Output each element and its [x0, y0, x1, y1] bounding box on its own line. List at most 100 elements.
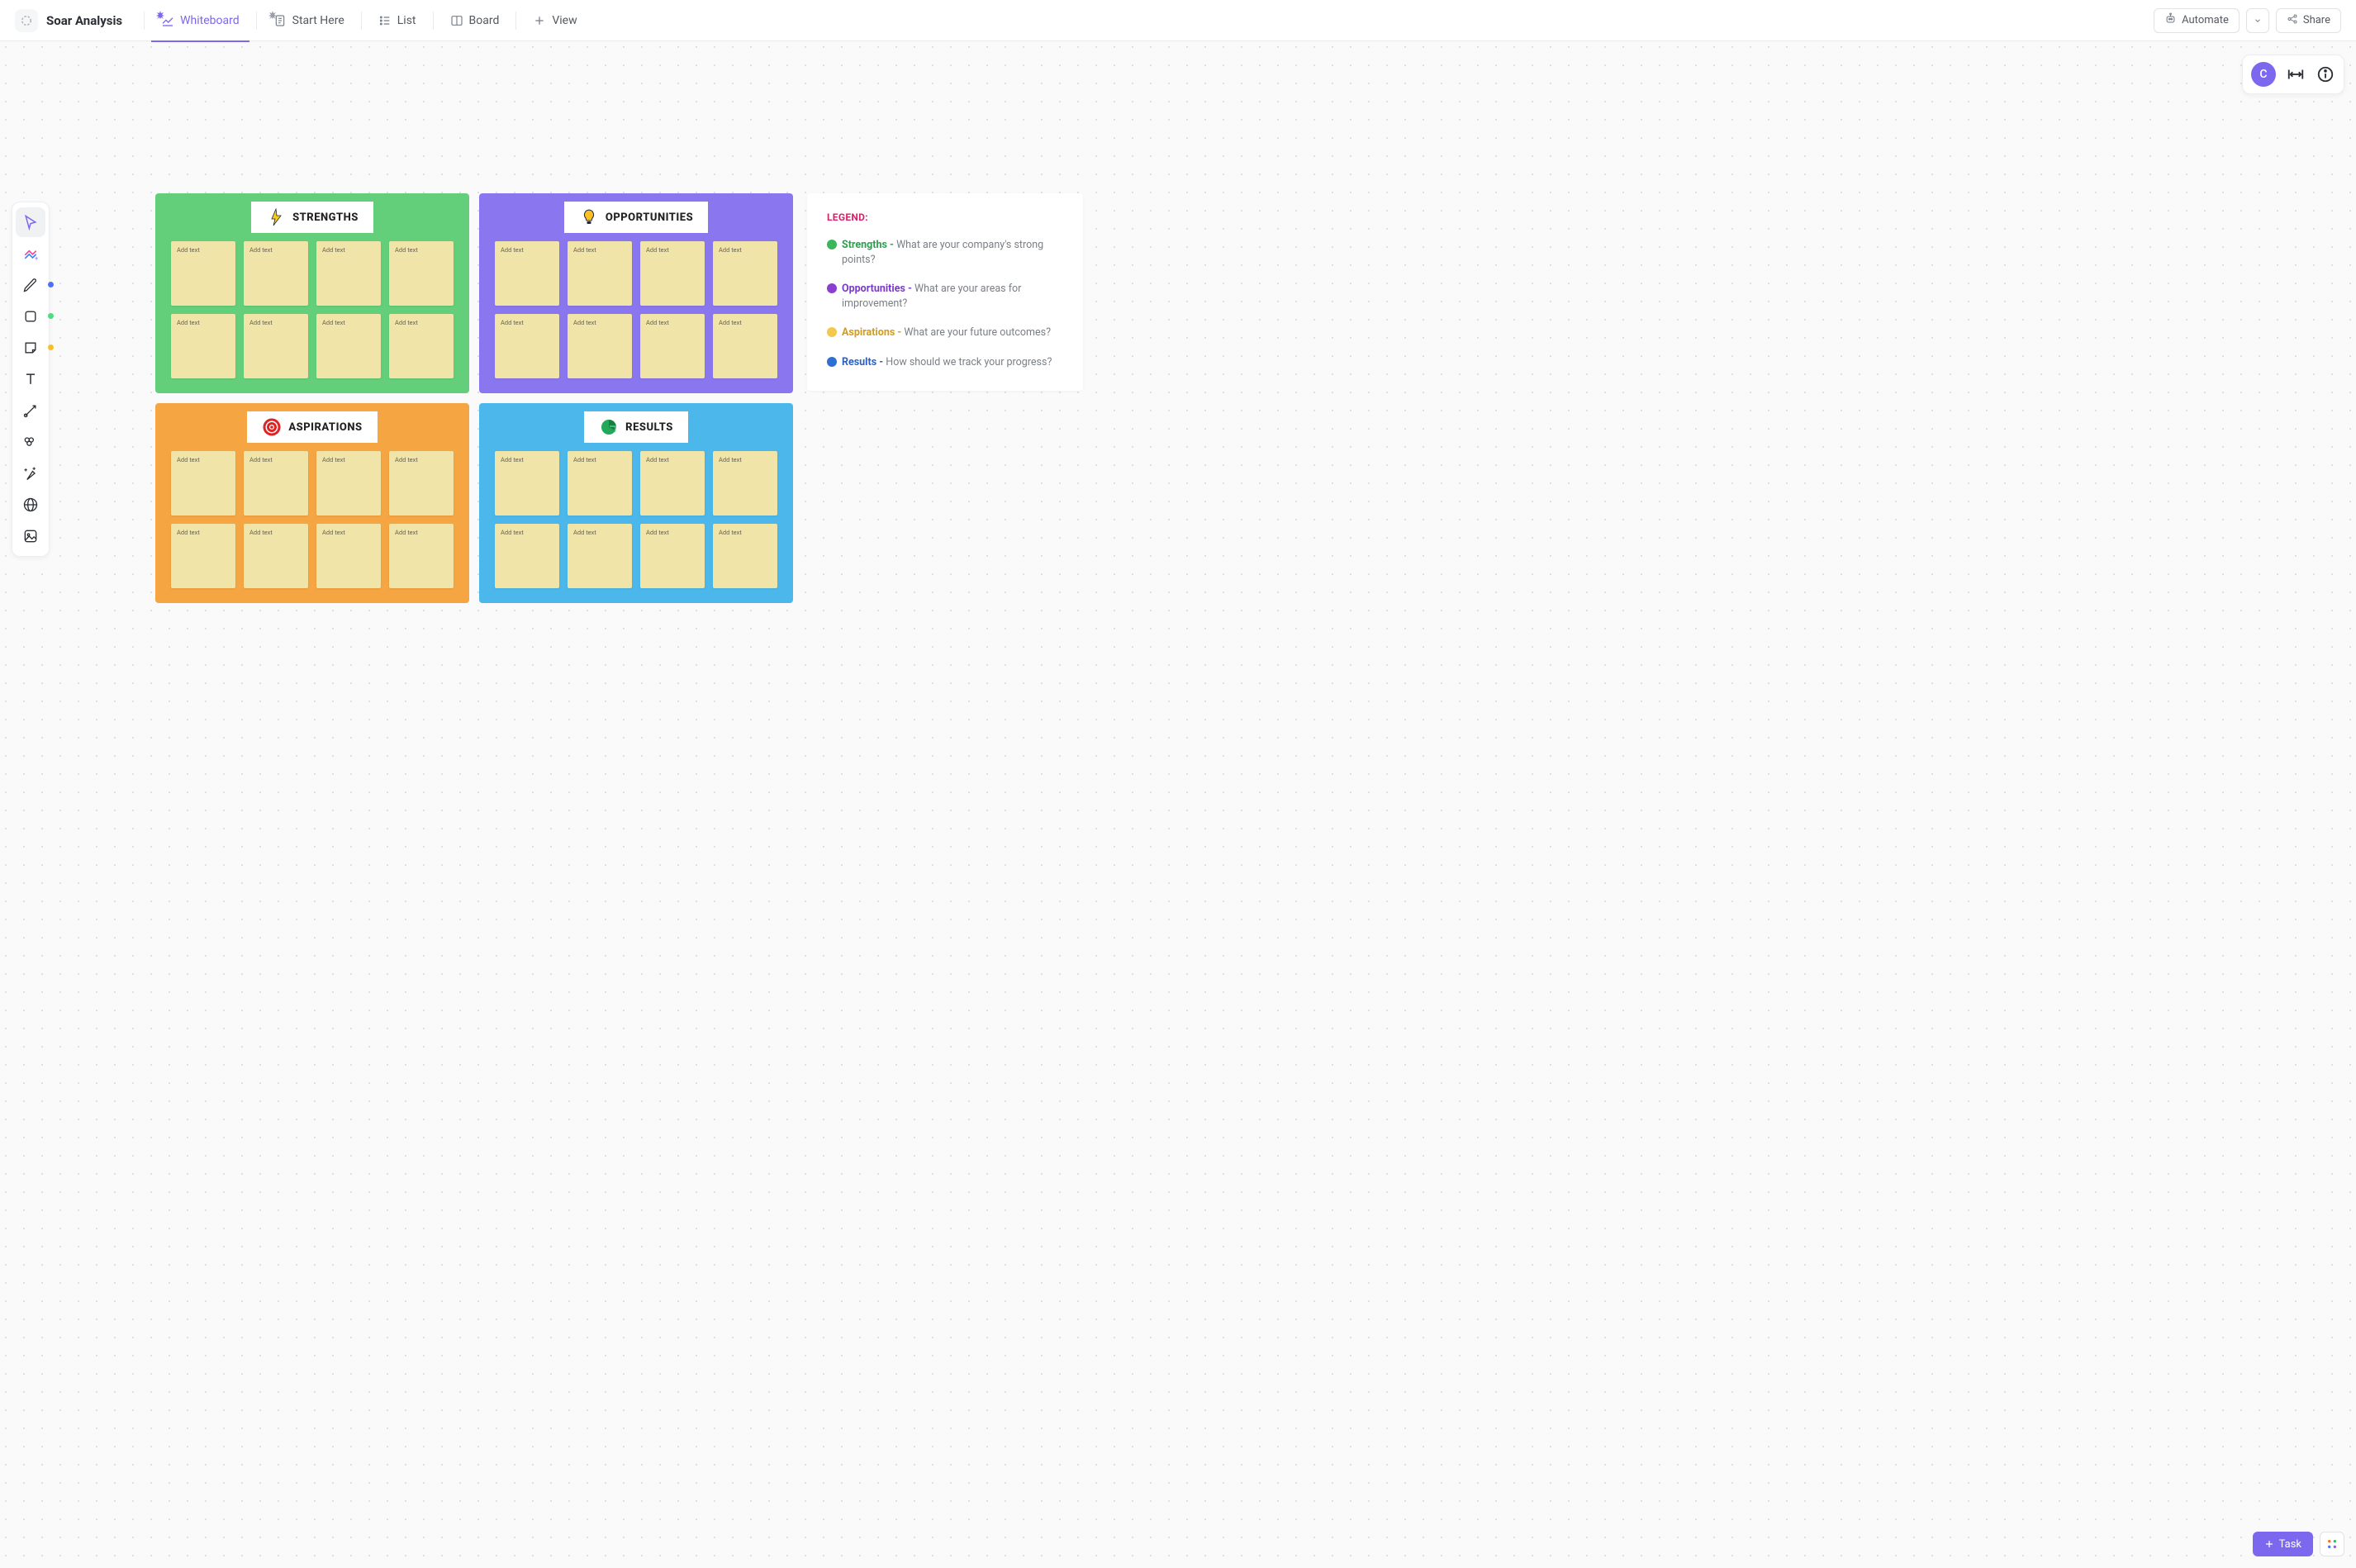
legend-title: LEGEND: [827, 211, 1063, 223]
add-view-button[interactable]: View [523, 0, 587, 41]
tool-sticky[interactable] [16, 333, 45, 363]
sticky-note[interactable]: Add text [713, 524, 777, 588]
sticky-note[interactable]: Add text [389, 451, 454, 516]
automate-dropdown[interactable] [2246, 8, 2269, 33]
share-icon [2287, 13, 2298, 28]
tab-label: Whiteboard [180, 14, 240, 27]
sticky-note[interactable]: Add text [495, 524, 559, 588]
legend-dot [827, 240, 837, 249]
tool-generate[interactable]: + [16, 239, 45, 268]
tab-list[interactable]: List [368, 0, 426, 41]
whiteboard-canvas[interactable]: C + [0, 41, 2356, 1568]
quadrant-opportunities[interactable]: OPPORTUNITIESAdd textAdd textAdd textAdd… [479, 193, 793, 393]
sticky-note[interactable]: Add text [640, 314, 705, 378]
color-indicator [48, 282, 54, 287]
sticky-note[interactable]: Add text [171, 451, 235, 516]
sticky-note[interactable]: Add text [713, 241, 777, 306]
topbar: Soar Analysis Whiteboard Start Here List… [0, 0, 2356, 41]
tool-image[interactable] [16, 521, 45, 551]
tool-pen[interactable] [16, 270, 45, 300]
automate-label: Automate [2182, 14, 2229, 26]
sticky-note[interactable]: Add text [495, 241, 559, 306]
bottom-right-controls: Task [2253, 1532, 2344, 1556]
svg-text:+: + [35, 254, 38, 262]
sticky-note[interactable]: Add text [389, 241, 454, 306]
tab-start-here[interactable]: Start Here [264, 0, 354, 41]
task-label: Task [2279, 1538, 2301, 1551]
sticky-note[interactable]: Add text [389, 524, 454, 588]
sticky-note[interactable]: Add text [640, 451, 705, 516]
legend-dot [827, 357, 837, 367]
aspirations-icon [262, 417, 282, 437]
fit-width-button[interactable] [2286, 64, 2306, 84]
sticky-note[interactable]: Add text [316, 241, 381, 306]
legend-item-opportunities: Opportunities - What are your areas for … [827, 282, 1063, 311]
sticky-note[interactable]: Add text [316, 314, 381, 378]
tool-stack[interactable] [16, 427, 45, 457]
sticky-note[interactable]: Add text [171, 241, 235, 306]
legend-term: Opportunities - [842, 283, 914, 295]
tool-text[interactable] [16, 364, 45, 394]
tool-connector[interactable] [16, 396, 45, 425]
create-task-button[interactable]: Task [2253, 1532, 2313, 1556]
legend-term: Strengths - [842, 239, 896, 251]
add-view-label: View [552, 14, 577, 27]
soar-grid: STRENGTHSAdd textAdd textAdd textAdd tex… [155, 193, 793, 603]
sticky-note[interactable]: Add text [171, 314, 235, 378]
quadrant-strengths[interactable]: STRENGTHSAdd textAdd textAdd textAdd tex… [155, 193, 469, 393]
quadrant-aspirations[interactable]: ASPIRATIONSAdd textAdd textAdd textAdd t… [155, 403, 469, 603]
tab-label: List [397, 14, 416, 27]
automate-button[interactable]: Automate [2154, 8, 2240, 33]
sticky-note[interactable]: Add text [389, 314, 454, 378]
sticky-note[interactable]: Add text [713, 314, 777, 378]
divider [433, 12, 434, 30]
sticky-note[interactable]: Add text [640, 524, 705, 588]
robot-icon [2164, 12, 2177, 28]
legend-desc: What are your future outcomes? [904, 326, 1051, 339]
apps-button[interactable] [2320, 1532, 2344, 1556]
sticky-note[interactable]: Add text [713, 451, 777, 516]
legend-panel: LEGEND: Strengths - What are your compan… [807, 193, 1083, 391]
quadrant-title-opportunities: OPPORTUNITIES [564, 202, 708, 233]
sticky-note[interactable]: Add text [495, 314, 559, 378]
page-status-button[interactable] [15, 9, 38, 32]
plus-icon [533, 14, 546, 27]
legend-term: Results - [842, 356, 886, 368]
sticky-note[interactable]: Add text [568, 314, 632, 378]
user-avatar[interactable]: C [2251, 62, 2276, 87]
sticky-note[interactable]: Add text [316, 524, 381, 588]
quadrant-title-aspirations: ASPIRATIONS [247, 411, 377, 443]
sticky-note[interactable]: Add text [244, 451, 308, 516]
sticky-note[interactable]: Add text [244, 524, 308, 588]
share-button[interactable]: Share [2276, 8, 2341, 33]
quadrant-title-strengths: STRENGTHS [251, 202, 373, 233]
quadrant-results[interactable]: RESULTSAdd textAdd textAdd textAdd textA… [479, 403, 793, 603]
avatar-initial: C [2259, 68, 2267, 81]
sticky-grid: Add textAdd textAdd textAdd textAdd text… [495, 241, 777, 378]
tool-select[interactable] [16, 207, 45, 237]
tool-web[interactable] [16, 490, 45, 520]
tool-shape[interactable] [16, 302, 45, 331]
legend-dot [827, 283, 837, 293]
strengths-icon [266, 207, 286, 227]
sticky-note[interactable]: Add text [244, 314, 308, 378]
color-indicator [48, 313, 54, 319]
sticky-note[interactable]: Add text [171, 524, 235, 588]
tab-whiteboard[interactable]: Whiteboard [151, 0, 249, 41]
sticky-note[interactable]: Add text [568, 451, 632, 516]
sticky-note[interactable]: Add text [640, 241, 705, 306]
legend-desc: How should we track your progress? [886, 356, 1052, 368]
tool-ai[interactable] [16, 459, 45, 488]
sticky-note[interactable]: Add text [244, 241, 308, 306]
tool-dock: + [12, 202, 50, 557]
info-button[interactable] [2316, 64, 2335, 84]
sticky-note[interactable]: Add text [316, 451, 381, 516]
sticky-note[interactable]: Add text [568, 241, 632, 306]
page-title[interactable]: Soar Analysis [46, 13, 122, 28]
divider [361, 12, 362, 30]
legend-term: Aspirations - [842, 326, 904, 339]
sticky-note[interactable]: Add text [495, 451, 559, 516]
tab-board[interactable]: Board [440, 0, 510, 41]
legend-item-strengths: Strengths - What are your company's stro… [827, 238, 1063, 267]
sticky-note[interactable]: Add text [568, 524, 632, 588]
